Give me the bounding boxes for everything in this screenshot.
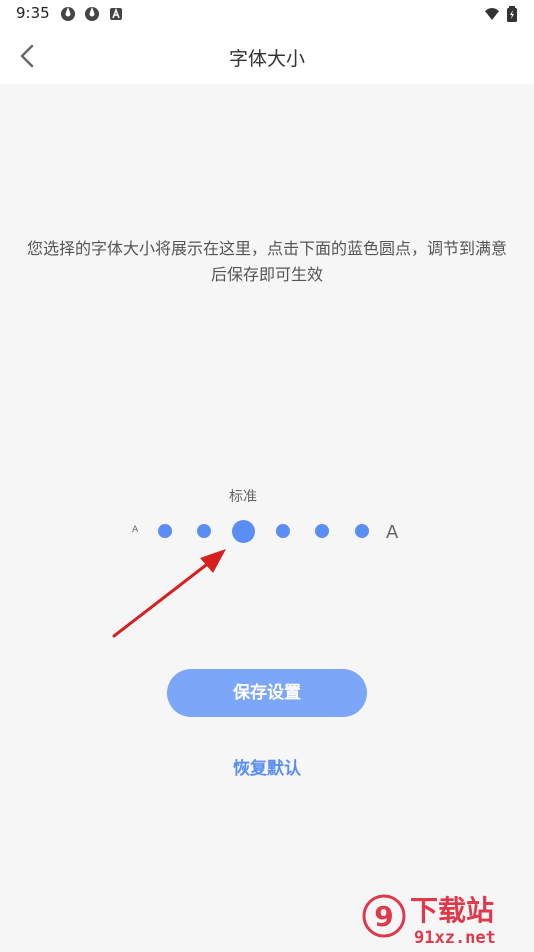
watermark-site: 91xz.net	[414, 928, 496, 948]
font-size-slider[interactable]: A A	[0, 510, 534, 554]
size-dot-selected[interactable]	[232, 520, 255, 543]
app-header: 字体大小	[0, 28, 534, 84]
large-size-marker: A	[386, 522, 399, 543]
current-size-label: 标准	[229, 489, 257, 505]
size-dot-2[interactable]	[197, 524, 211, 538]
watermark-logo: 9 下载站 91xz.net	[362, 888, 532, 948]
small-size-marker: A	[132, 525, 139, 535]
font-preview-text: 您选择的字体大小将展示在这里，点击下面的蓝色圆点，调节到满意后保存即可生效	[26, 239, 507, 284]
wifi-icon	[484, 6, 500, 22]
size-dot-5[interactable]	[315, 524, 329, 538]
a-notification-icon	[108, 6, 124, 22]
annotation-arrow	[112, 549, 226, 638]
size-dot-6[interactable]	[355, 524, 369, 538]
app-notification-icon	[84, 6, 100, 22]
watermark-logo-mark: 9	[374, 900, 393, 933]
save-settings-button[interactable]: 保存设置	[167, 669, 367, 717]
restore-default-button[interactable]: 恢复默认	[0, 754, 534, 779]
status-time: 9:35	[16, 4, 50, 22]
app-notification-icon	[60, 6, 76, 22]
size-dot-4[interactable]	[276, 524, 290, 538]
status-bar: 9:35	[0, 0, 534, 28]
page-title: 字体大小	[228, 48, 305, 70]
watermark-brand: 下载站	[410, 894, 494, 927]
battery-icon	[506, 6, 518, 22]
size-dot-1[interactable]	[158, 524, 172, 538]
